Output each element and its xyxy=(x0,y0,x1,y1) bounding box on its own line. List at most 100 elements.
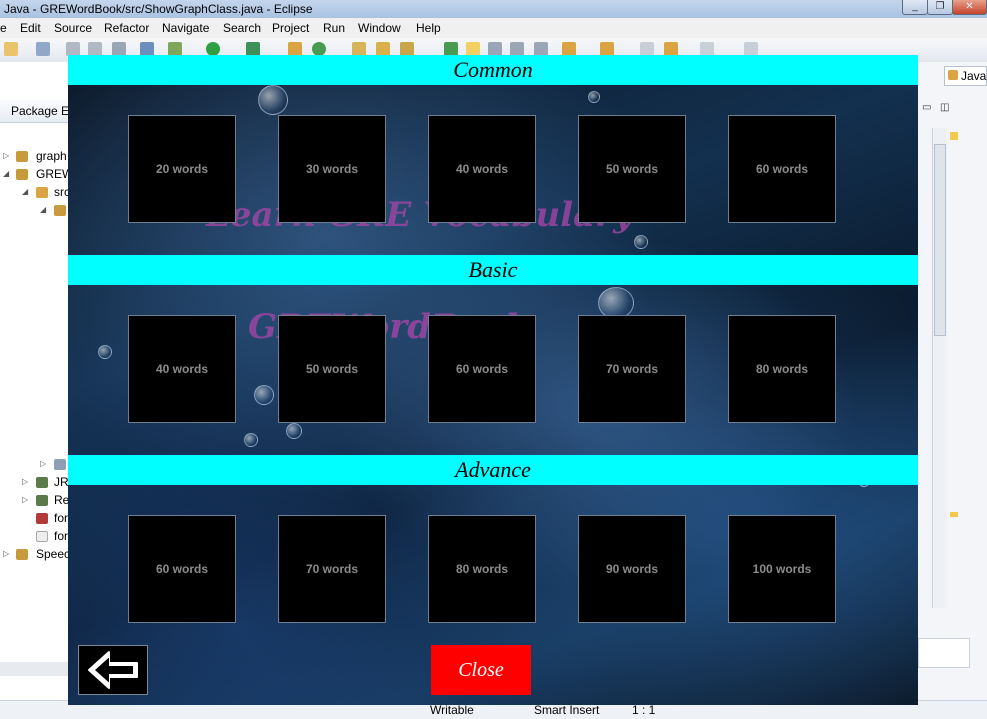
package-explorer-tab[interactable]: Package Ex xyxy=(0,98,75,123)
menu-file[interactable]: e xyxy=(0,21,7,35)
advance-100-words-button[interactable]: 100 words xyxy=(728,515,836,623)
forward-arrow-icon[interactable] xyxy=(700,42,714,56)
tree-item[interactable]: ▷ Re xyxy=(0,492,69,508)
back-button[interactable] xyxy=(78,645,148,695)
external-tools-icon[interactable] xyxy=(246,42,260,56)
tree-item[interactable]: ▷ Speec xyxy=(0,546,70,562)
arrow-left-icon xyxy=(88,651,138,689)
maximize-view-icon[interactable]: ◫ xyxy=(940,102,949,113)
expand-arrow-icon[interactable]: ▷ xyxy=(22,495,28,504)
new-wizard-icon[interactable] xyxy=(36,42,50,56)
pencil-icon[interactable] xyxy=(400,42,414,56)
collapse-arrow-icon[interactable]: ◢ xyxy=(22,187,28,196)
project-icon xyxy=(16,151,28,162)
common-20-words-button[interactable]: 20 words xyxy=(128,115,236,223)
basic-40-words-button[interactable]: 40 words xyxy=(128,315,236,423)
bubble-decoration xyxy=(244,433,258,447)
menu-help[interactable]: Help xyxy=(416,21,441,35)
new-package-icon[interactable] xyxy=(288,42,302,56)
menu-window[interactable]: Window xyxy=(358,21,401,35)
print-icon[interactable] xyxy=(112,42,126,56)
new-class-icon[interactable] xyxy=(312,42,326,56)
window-title: Java - GREWordBook/src/ShowGraphClass.ja… xyxy=(4,2,313,16)
menu-refactor[interactable]: Refactor xyxy=(104,21,149,35)
save-icon[interactable] xyxy=(66,42,80,56)
menu-bar: e Edit Source Refactor Navigate Search P… xyxy=(0,18,987,38)
tree-item[interactable]: for xyxy=(0,510,68,526)
prev-edit-icon[interactable] xyxy=(600,42,614,56)
scrollbar-thumb[interactable] xyxy=(934,144,946,336)
basic-70-words-button[interactable]: 70 words xyxy=(578,315,686,423)
menu-run[interactable]: Run xyxy=(323,21,345,35)
block-selection-icon[interactable] xyxy=(488,42,502,56)
close-button[interactable]: Close xyxy=(431,645,531,695)
save-all-icon[interactable] xyxy=(88,42,102,56)
collapse-arrow-icon[interactable]: ◢ xyxy=(40,205,46,214)
maximize-button[interactable]: ❐ xyxy=(927,0,953,15)
common-30-words-button[interactable]: 30 words xyxy=(278,115,386,223)
open-folder-icon[interactable] xyxy=(376,42,390,56)
tree-item[interactable]: ◢ src xyxy=(0,184,70,200)
menu-source[interactable]: Source xyxy=(54,21,92,35)
tree-item[interactable]: ▷ xyxy=(0,456,68,472)
perspective-switcher[interactable]: Java xyxy=(944,66,987,86)
collapse-arrow-icon[interactable]: ◢ xyxy=(3,169,9,178)
menu-navigate[interactable]: Navigate xyxy=(162,21,209,35)
common-40-words-button[interactable]: 40 words xyxy=(428,115,536,223)
next-edit-icon[interactable] xyxy=(562,42,576,56)
tree-item-label: for xyxy=(54,511,69,525)
section-header-basic: Basic xyxy=(68,255,918,285)
window-titlebar: Java - GREWordBook/src/ShowGraphClass.ja… xyxy=(0,0,987,18)
basic-50-words-button[interactable]: 50 words xyxy=(278,315,386,423)
pin-icon[interactable] xyxy=(744,42,758,56)
menu-search[interactable]: Search xyxy=(223,21,261,35)
advance-60-words-button[interactable]: 60 words xyxy=(128,515,236,623)
show-whitespace-icon[interactable] xyxy=(510,42,524,56)
expand-arrow-icon[interactable]: ▷ xyxy=(22,477,28,486)
section-header-common: Common xyxy=(68,55,918,85)
common-60-words-button[interactable]: 60 words xyxy=(728,115,836,223)
minimize-button[interactable]: _ xyxy=(902,0,928,15)
minimized-view[interactable] xyxy=(918,638,970,668)
expand-arrow-icon[interactable]: ▷ xyxy=(3,151,9,160)
tree-item[interactable]: ◢ xyxy=(0,202,68,218)
toggle-mark-icon[interactable] xyxy=(466,42,480,56)
back-nav-icon[interactable] xyxy=(640,42,654,56)
run-icon[interactable] xyxy=(206,42,220,56)
paragraph-icon[interactable] xyxy=(534,42,548,56)
basic-80-words-button[interactable]: 80 words xyxy=(728,315,836,423)
outline-marker-icon xyxy=(950,132,958,140)
common-50-words-button[interactable]: 50 words xyxy=(578,115,686,223)
file-icon xyxy=(36,513,48,524)
advance-70-words-button[interactable]: 70 words xyxy=(278,515,386,623)
vertical-scrollbar[interactable] xyxy=(932,128,947,608)
expand-arrow-icon[interactable]: ▷ xyxy=(3,549,9,558)
open-type-icon[interactable] xyxy=(352,42,366,56)
expand-arrow-icon[interactable]: ▷ xyxy=(40,459,46,468)
horizontal-scrollbar[interactable] xyxy=(0,662,68,676)
bubble-decoration xyxy=(98,345,112,359)
menu-project[interactable]: Project xyxy=(272,21,309,35)
tree-item[interactable]: ▷ graph xyxy=(0,148,68,164)
project-icon xyxy=(16,169,28,180)
next-annotation-icon[interactable] xyxy=(444,42,458,56)
close-window-button[interactable]: ✕ xyxy=(952,0,987,15)
advance-90-words-button[interactable]: 90 words xyxy=(578,515,686,623)
search-icon[interactable] xyxy=(140,42,154,56)
tree-item[interactable]: ◢ GREW xyxy=(0,166,73,182)
source-folder-icon xyxy=(36,187,48,198)
advance-80-words-button[interactable]: 80 words xyxy=(428,515,536,623)
basic-60-words-button[interactable]: 60 words xyxy=(428,315,536,423)
tree-children xyxy=(60,222,68,482)
package-explorer-tab-label: Package Ex xyxy=(11,104,76,118)
bubble-decoration xyxy=(588,91,600,103)
tree-item-label: for xyxy=(54,529,69,543)
back-arrow-icon[interactable] xyxy=(664,42,678,56)
new-icon[interactable] xyxy=(4,42,18,56)
project-icon xyxy=(16,549,28,560)
debug-icon[interactable] xyxy=(168,42,182,56)
menu-edit[interactable]: Edit xyxy=(20,21,41,35)
tree-item[interactable]: ▷ JRI xyxy=(0,474,72,490)
minimize-view-icon[interactable]: ▭ xyxy=(922,102,931,113)
tree-item[interactable]: for xyxy=(0,528,68,544)
